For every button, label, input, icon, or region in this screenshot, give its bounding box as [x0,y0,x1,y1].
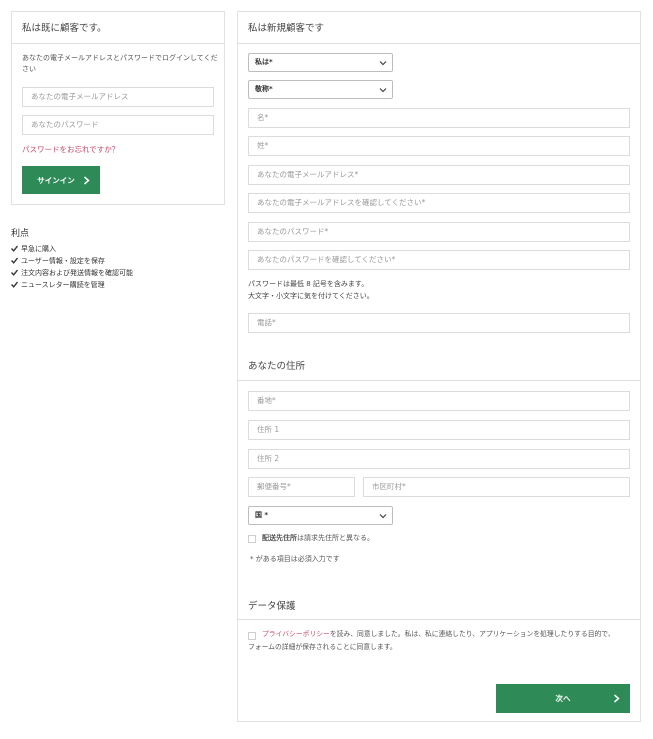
login-password-input[interactable]: あなたのパスワード [22,115,214,135]
shipping-address-label[interactable]: 配送先住所は請求先住所と異なる。 [262,533,374,544]
title-select[interactable]: 私は* [248,53,393,72]
benefit-label: ニュースレター購読を管理 [21,281,105,289]
benefit-item: 早急に購入 [10,244,56,254]
check-icon [10,245,19,252]
check-icon [10,281,19,288]
login-panel: 私は既に顧客です。 あなたの電子メールアドレスとパスワードでログインしてください… [11,11,225,205]
login-divider [12,43,224,44]
benefit-item: 注文内容および発送情報を確認可能 [10,268,133,278]
benefit-label: 注文内容および発送情報を確認可能 [21,269,133,277]
password-input[interactable]: あなたのパスワード* [248,222,630,242]
phone-input[interactable]: 電話* [248,313,630,333]
country-select[interactable]: 国 * [248,506,393,525]
street-input[interactable]: 番地* [248,391,630,411]
check-icon [10,269,19,276]
password-hint-1: パスワードは最低 8 記号を含みます。 [248,280,369,288]
last-name-input[interactable]: 姓* [248,136,630,156]
shipping-address-bold: 配送先住所 [262,534,297,542]
next-button[interactable]: 次へ [496,684,630,713]
address-divider [238,380,640,381]
privacy-divider [238,619,640,620]
benefit-label: ユーザー情報・設定を保存 [21,257,105,265]
shipping-address-rest: は請求先住所と異なる。 [297,534,374,542]
benefit-label: 早急に購入 [21,245,56,253]
first-name-input[interactable]: 名* [248,108,630,128]
privacy-text-2: フォームの詳細が保存されることに同意します。 [248,643,397,651]
zip-input[interactable]: 郵便番号* [248,477,355,497]
chevron-right-icon [84,176,90,185]
register-divider [238,43,640,44]
address2-input[interactable]: 住所 2 [248,449,630,469]
shipping-address-checkbox[interactable] [248,535,256,543]
address-heading: あなたの住所 [248,361,306,372]
address1-input[interactable]: 住所 1 [248,420,630,440]
login-heading: 私は既に顧客です。 [22,23,107,34]
signin-label: サインイン [37,175,75,185]
honorific-select-value: 敬称* [255,85,273,93]
country-select-value: 国 * [255,511,269,519]
check-icon [10,257,19,264]
privacy-checkbox[interactable] [248,632,256,640]
login-intro: あなたの電子メールアドレスとパスワードでログインしてください [22,54,218,73]
login-email-input[interactable]: あなたの電子メールアドレス [22,87,214,107]
honorific-select[interactable]: 敬称* [248,80,393,99]
signin-button[interactable]: サインイン [22,166,100,194]
next-label: 次へ [555,694,571,703]
chevron-down-icon [379,88,387,93]
benefit-item: ニュースレター購読を管理 [10,280,105,290]
privacy-text: プライバシーポリシーを読み、同意しました。私は、私に連絡したり、アプリケーション… [262,629,634,640]
email-confirm-input[interactable]: あなたの電子メールアドレスを確認してください* [248,193,630,213]
password-confirm-input[interactable]: あなたのパスワードを確認してください* [248,250,630,270]
benefit-item: ユーザー情報・設定を保存 [10,256,105,266]
forgot-password-link[interactable]: パスワードをお忘れですか？ [22,144,119,155]
privacy-text-1: を読み、同意しました。私は、私に連絡したり、アプリケーションを処理したりする目的… [329,630,615,638]
city-input[interactable]: 市区町村* [363,477,630,497]
required-note: * がある項目は必須入力です [250,555,340,563]
password-hint-2: 大文字・小文字に気を付けてください。 [248,292,374,300]
chevron-down-icon [379,61,387,66]
chevron-down-icon [379,514,387,519]
email-input[interactable]: あなたの電子メールアドレス* [248,165,630,185]
privacy-heading: データ保護 [248,601,296,612]
privacy-policy-link[interactable]: プライバシーポリシー [262,630,330,638]
title-select-value: 私は* [255,58,273,66]
benefits-heading: 利点 [11,229,30,239]
chevron-right-icon [614,694,620,703]
register-heading: 私は新規顧客です [248,23,325,34]
register-panel: 私は新規顧客です 私は* 敬称* 名* 姓* あなたの電子メールアドレス* あな… [237,11,641,722]
